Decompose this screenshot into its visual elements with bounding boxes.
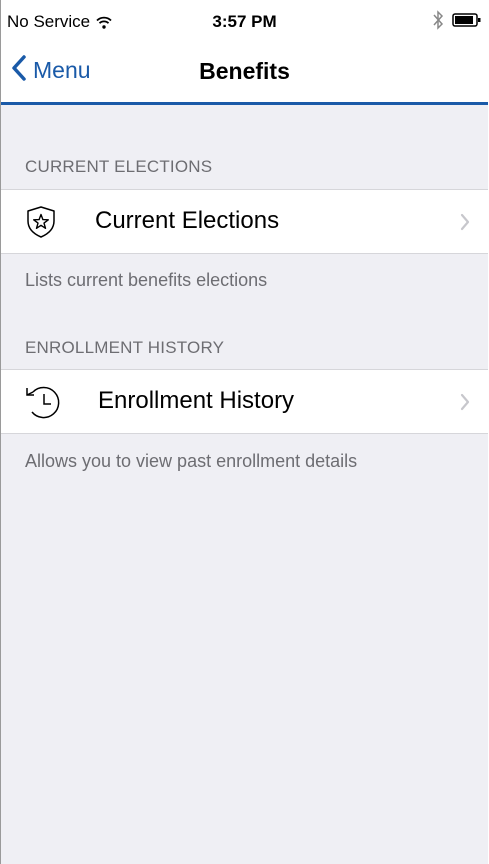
phone-screen: No Service 3:57 PM Menu Benefits CURRENT… (0, 0, 488, 864)
status-bar: No Service 3:57 PM (1, 0, 488, 40)
enrollment-history-description: Allows you to view past enrollment detai… (25, 451, 358, 471)
chevron-right-icon (460, 393, 470, 416)
chevron-right-icon (460, 213, 470, 236)
bluetooth-icon (432, 10, 444, 35)
page-title: Benefits (199, 58, 290, 84)
current-elections-label: Current Elections (95, 207, 280, 234)
enrollment-history-label: Enrollment History (98, 387, 295, 414)
status-time: 3:57 PM (212, 12, 277, 31)
section-header-current-elections: CURRENT ELECTIONS (25, 157, 213, 176)
shield-star-icon (23, 204, 59, 240)
section-header-enrollment-history: ENROLLMENT HISTORY (25, 338, 225, 357)
navigation-bar: Menu Benefits (1, 40, 488, 105)
battery-icon (452, 12, 482, 33)
current-elections-cell[interactable]: Current Elections (1, 189, 488, 254)
enrollment-history-cell[interactable]: Enrollment History (1, 369, 488, 434)
current-elections-description: Lists current benefits elections (25, 270, 268, 290)
status-right-icons (424, 10, 482, 35)
history-clock-icon (23, 384, 60, 420)
